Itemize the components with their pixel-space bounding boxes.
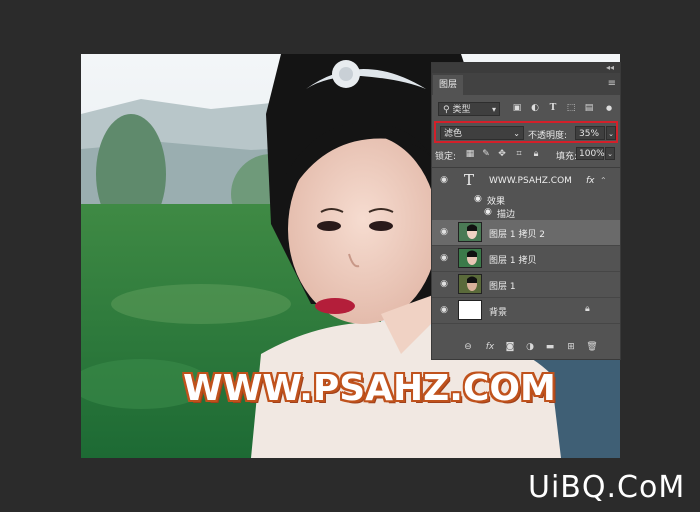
- smart-filter-icon[interactable]: ▤: [584, 103, 594, 113]
- fill-input[interactable]: 100%: [576, 147, 605, 160]
- layer-name: 图层 1 拷贝: [489, 256, 537, 266]
- opacity-input[interactable]: 35%: [575, 126, 605, 140]
- lock-artboard-icon[interactable]: ⌗: [514, 149, 524, 159]
- eye-icon[interactable]: ◉: [474, 194, 482, 204]
- effect-stroke-label: 描边: [497, 210, 516, 220]
- lock-move-icon[interactable]: ✥: [497, 149, 507, 159]
- collapse-icon[interactable]: ◂◂: [606, 63, 614, 72]
- folder-icon[interactable]: ▬: [544, 341, 556, 353]
- layer-name: WWW.PSAHZ.COM: [489, 176, 572, 186]
- chevron-up-icon[interactable]: ⌃: [600, 176, 607, 185]
- eye-icon[interactable]: ◉: [484, 207, 492, 217]
- chevron-down-icon: ▾: [491, 105, 496, 114]
- lock-row: 锁定: ▦ ✎ ✥ ⌗ 🔒︎ 填充: 100% ⌄: [432, 146, 620, 162]
- eye-icon[interactable]: ◉: [438, 175, 450, 185]
- fx-badge[interactable]: fx: [586, 176, 595, 186]
- panel-menu-icon[interactable]: ≡: [608, 78, 616, 89]
- fill-label: 填充:: [556, 152, 578, 162]
- lock-icon: 🔒︎: [585, 304, 590, 314]
- lock-label: 锁定:: [435, 152, 457, 162]
- layer-row[interactable]: ◉ 图层 1: [432, 272, 620, 298]
- shape-filter-icon[interactable]: ⬚: [566, 103, 576, 113]
- mask-icon[interactable]: ◙: [504, 341, 516, 353]
- filter-kind-label: 类型: [452, 105, 471, 115]
- lock-transparent-icon[interactable]: ▦: [465, 149, 475, 159]
- eye-icon[interactable]: ◉: [438, 279, 450, 289]
- adjustment-icon[interactable]: ◑: [524, 341, 536, 353]
- watermark-text: WWW.PSAHZ.COM: [183, 368, 556, 409]
- layer-row[interactable]: ◉ 图层 1 拷贝: [432, 246, 620, 272]
- lock-all-icon[interactable]: 🔒︎: [531, 149, 541, 159]
- layer-thumbnail: [458, 274, 482, 294]
- adjust-filter-icon[interactable]: ◐: [530, 103, 540, 113]
- layer-row[interactable]: ◉ 图层 1 拷贝 2: [432, 220, 620, 246]
- layers-panel: ◂◂ 图层 ≡ ⚲ 类型 ▾ ▣ ◐ T ⬚ ▤ ● 滤色 ⌄ 不透明度: 35…: [431, 62, 621, 360]
- layer-name: 图层 1: [489, 282, 516, 292]
- type-filter-icon[interactable]: T: [548, 103, 558, 113]
- panel-footer: ⊖ fx ◙ ◑ ▬ ⊞ 🗑︎: [432, 337, 620, 357]
- layers-list: ◉ T WWW.PSAHZ.COM fx ⌃ ◉ 效果 ◉ 描边 ◉ 图层 1 …: [432, 167, 620, 336]
- image-filter-icon[interactable]: ▣: [512, 103, 522, 113]
- layer-filter-row: ⚲ 类型 ▾ ▣ ◐ T ⬚ ▤ ●: [432, 100, 620, 118]
- layer-name: 图层 1 拷贝 2: [489, 230, 546, 240]
- blend-mode-select[interactable]: 滤色 ⌄: [440, 126, 524, 140]
- site-logo: UiBQ.CoM: [528, 470, 686, 505]
- blend-row: 滤色 ⌄ 不透明度: 35% ⌄: [432, 123, 620, 143]
- new-layer-icon[interactable]: ⊞: [565, 341, 577, 353]
- panel-tab-bar: 图层 ≡: [432, 73, 620, 95]
- tab-layers[interactable]: 图层: [433, 75, 463, 95]
- eye-icon[interactable]: ◉: [438, 305, 450, 315]
- text-layer-icon: T: [464, 171, 475, 189]
- eye-icon[interactable]: ◉: [438, 227, 450, 237]
- layer-thumbnail: [458, 248, 482, 268]
- chevron-down-icon: ⌄: [513, 129, 520, 138]
- filter-toggle-icon[interactable]: ●: [604, 103, 614, 113]
- opacity-dropdown-icon[interactable]: ⌄: [606, 126, 616, 140]
- panel-header-bar: ◂◂: [432, 63, 620, 73]
- fill-dropdown-icon[interactable]: ⌄: [605, 147, 615, 160]
- layer-thumbnail: [458, 222, 482, 242]
- layer-name: 背景: [489, 308, 508, 318]
- blend-mode-value: 滤色: [444, 129, 463, 139]
- filter-kind-select[interactable]: ⚲ 类型 ▾: [438, 102, 500, 116]
- effects-label: 效果: [487, 197, 506, 207]
- link-icon[interactable]: ⊖: [462, 341, 474, 353]
- fx-icon[interactable]: fx: [484, 341, 496, 353]
- layer-row[interactable]: ◉ T WWW.PSAHZ.COM fx ⌃ ◉ 效果 ◉ 描边: [432, 168, 620, 221]
- lock-paint-icon[interactable]: ✎: [481, 149, 491, 159]
- layer-thumbnail: [458, 300, 482, 320]
- trash-icon[interactable]: 🗑︎: [586, 341, 598, 353]
- layer-row[interactable]: ◉ 背景 🔒︎: [432, 298, 620, 324]
- opacity-label: 不透明度:: [528, 131, 568, 141]
- eye-icon[interactable]: ◉: [438, 253, 450, 263]
